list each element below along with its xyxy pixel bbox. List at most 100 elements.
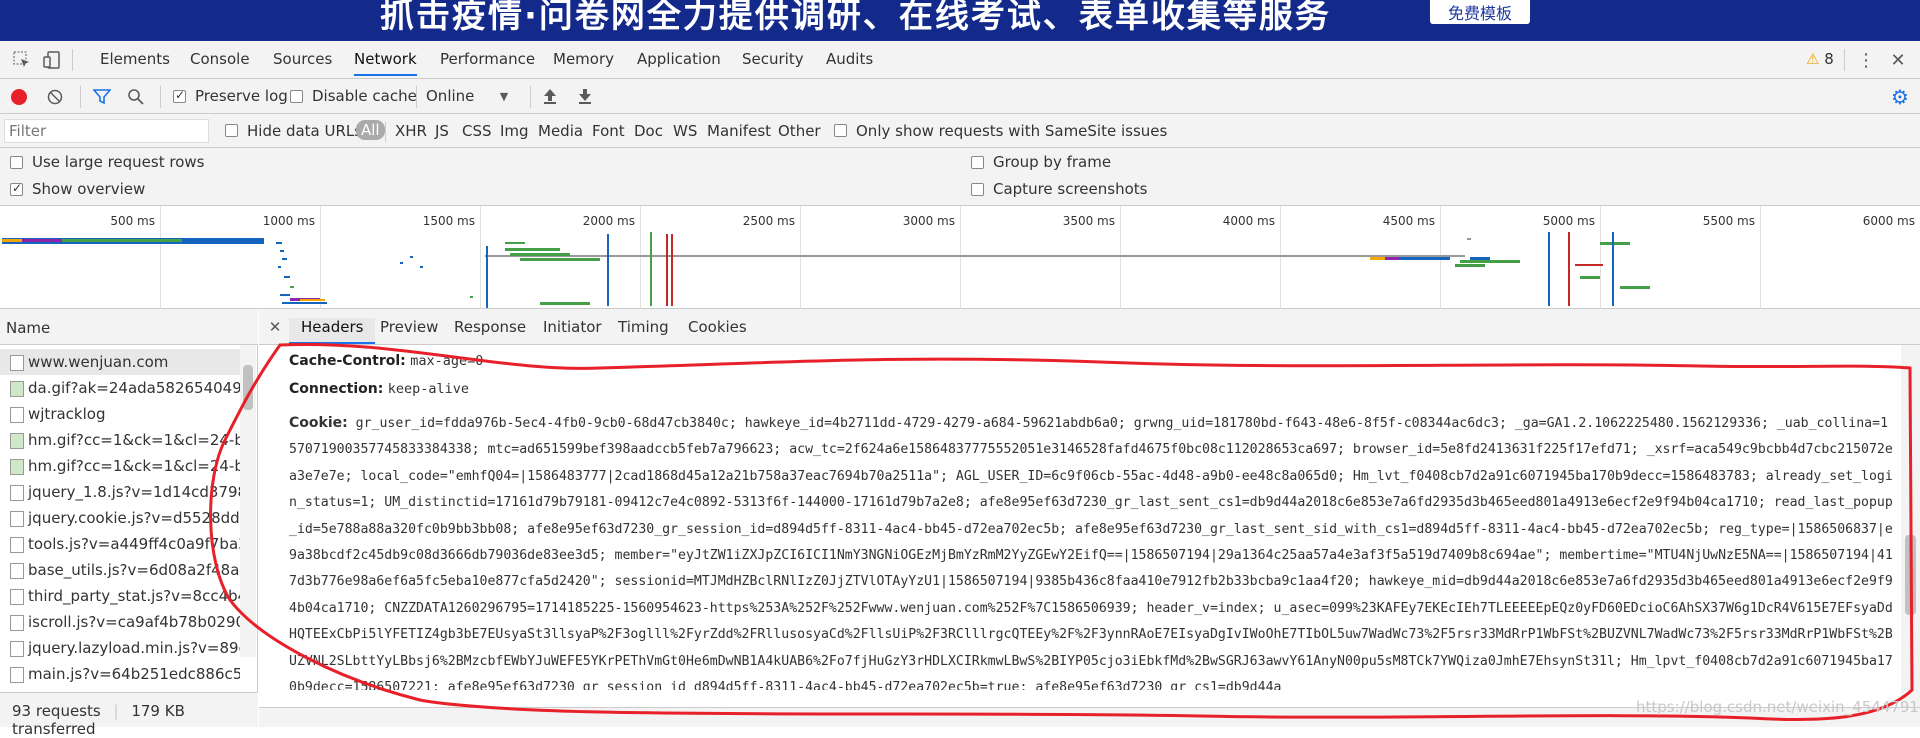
- clear-icon[interactable]: [46, 88, 64, 106]
- document-file-icon: [10, 641, 24, 657]
- request-row[interactable]: third_party_stat.js?v=8cc4b453: [0, 583, 240, 609]
- request-name: hm.gif?cc=1&ck=1&cl=24-bit&: [28, 457, 240, 475]
- show-overview-checkbox[interactable]: [10, 181, 23, 196]
- tab-application[interactable]: Application: [637, 50, 721, 68]
- timeline-request-bar: [1612, 232, 1614, 306]
- timeline-request-bar: [1600, 242, 1630, 245]
- capture-screenshots-checkbox[interactable]: [971, 183, 984, 196]
- document-file-icon: [10, 355, 24, 371]
- timeline-tick-label: 5000 ms: [1542, 214, 1595, 228]
- request-row[interactable]: jquery_1.8.js?v=1d14cd3798bc4: [0, 479, 240, 505]
- tab-preview[interactable]: Preview: [380, 318, 438, 336]
- group-by-frame-checkbox[interactable]: [971, 156, 984, 169]
- tab-security[interactable]: Security: [742, 50, 804, 68]
- banner-button[interactable]: 免费模板: [1430, 0, 1530, 24]
- tab-headers[interactable]: Headers: [289, 318, 376, 344]
- capture-screenshots-label: Capture screenshots: [993, 180, 1148, 198]
- request-row[interactable]: iscroll.js?v=ca9af4b78b0290f09: [0, 609, 240, 635]
- timeline-request-bar: [280, 294, 290, 296]
- request-row[interactable]: wjtracklog: [0, 401, 240, 427]
- timeline-gridline: [640, 206, 641, 309]
- preserve-log-checkbox[interactable]: [173, 88, 186, 103]
- timeline-tick-label: 4000 ms: [1222, 214, 1275, 228]
- image-file-icon: [10, 433, 24, 449]
- tab-network[interactable]: Network: [354, 50, 417, 76]
- filter-icon[interactable]: [92, 88, 112, 106]
- request-row[interactable]: main.js?v=64b251edc886c511f.: [0, 661, 240, 687]
- request-row[interactable]: jquery.cookie.js?v=d5528dde00: [0, 505, 240, 531]
- export-har-icon[interactable]: [577, 87, 593, 105]
- request-name: base_utils.js?v=6d08a2f48ad9: [28, 561, 240, 579]
- tab-timing[interactable]: Timing: [618, 318, 669, 336]
- network-overview-timeline[interactable]: 500 ms 1000 ms 1500 ms 2000 ms 2500 ms 3000 m…: [0, 206, 1920, 309]
- headers-scrollbar[interactable]: [1901, 345, 1920, 707]
- inspect-element-icon[interactable]: [12, 50, 32, 70]
- preserve-log-label: Preserve log: [195, 87, 288, 105]
- tab-performance[interactable]: Performance: [440, 50, 535, 68]
- banner-text: 抓击疫情·问卷网全力提供调研、在线考试、表单收集等服务: [380, 0, 1331, 36]
- tab-console[interactable]: Console: [190, 50, 250, 68]
- request-row[interactable]: hm.gif?cc=1&ck=1&cl=24-bit&: [0, 453, 240, 479]
- timeline-gridline: [1760, 206, 1761, 309]
- detail-tabs: ✕ Headers Preview Response Initiator Tim…: [259, 309, 1920, 345]
- request-row[interactable]: hm.gif?cc=1&ck=1&cl=24-bit&: [0, 427, 240, 453]
- tab-elements[interactable]: Elements: [100, 50, 170, 68]
- warnings-badge[interactable]: ⚠ 8: [1806, 50, 1834, 68]
- tab-initiator[interactable]: Initiator: [543, 318, 602, 336]
- tab-sources[interactable]: Sources: [273, 50, 332, 68]
- network-settings-gear-icon[interactable]: ⚙: [1890, 85, 1910, 109]
- timeline-gridline: [1280, 206, 1281, 309]
- type-filter-css[interactable]: CSS: [462, 122, 492, 140]
- request-row[interactable]: tools.js?v=a449ff4c0a9f7ba353: [0, 531, 240, 557]
- timeline-tick-label: 6000 ms: [1862, 214, 1915, 228]
- search-icon[interactable]: [126, 88, 146, 106]
- type-filter-xhr[interactable]: XHR: [395, 122, 427, 140]
- close-devtools-icon[interactable]: ✕: [1888, 50, 1908, 71]
- request-list-scrollbar[interactable]: [240, 345, 256, 657]
- scrollbar-thumb[interactable]: [1905, 535, 1916, 615]
- type-filter-other[interactable]: Other: [778, 122, 821, 140]
- disable-cache-checkbox[interactable]: [290, 90, 303, 103]
- import-har-icon[interactable]: [542, 87, 558, 105]
- type-filter-ws[interactable]: WS: [673, 122, 697, 140]
- type-filter-font[interactable]: Font: [592, 122, 625, 140]
- request-row[interactable]: da.gif?ak=24ada582654049dffe: [0, 375, 240, 401]
- close-detail-icon[interactable]: ✕: [267, 318, 283, 336]
- filter-bar: Hide data URLs All XHR JS CSS Img Media …: [0, 114, 1920, 148]
- timeline-request-bar: [2, 239, 22, 242]
- request-row[interactable]: jquery.lazyload.min.js?v=89c45: [0, 635, 240, 661]
- scrollbar-thumb[interactable]: [243, 365, 253, 410]
- timeline-request-bar: [22, 239, 62, 242]
- more-options-icon[interactable]: ⋮: [1856, 50, 1876, 71]
- chevron-down-icon[interactable]: ▼: [497, 88, 511, 104]
- timeline-request-bar: [62, 239, 182, 242]
- devtools-tabbar: Elements Console Sources Network Perform…: [0, 41, 1920, 79]
- timeline-gridline: [1600, 206, 1601, 309]
- request-row[interactable]: base_utils.js?v=6d08a2f48ad9: [0, 557, 240, 583]
- type-filter-img[interactable]: Img: [500, 122, 529, 140]
- request-row[interactable]: www.wenjuan.com: [0, 349, 240, 375]
- type-filter-media[interactable]: Media: [538, 122, 583, 140]
- type-filter-all[interactable]: All: [356, 120, 385, 140]
- large-rows-checkbox[interactable]: [10, 156, 23, 169]
- header-cookie: Cookie: gr_user_id=fdda976b-5ec4-4fb0-9c…: [289, 410, 1894, 690]
- device-toolbar-icon[interactable]: [42, 50, 62, 70]
- filter-input[interactable]: [4, 119, 209, 143]
- tab-cookies[interactable]: Cookies: [688, 318, 747, 336]
- timeline-request-bar: [1620, 286, 1650, 289]
- same-site-checkbox[interactable]: [834, 124, 847, 137]
- type-filter-doc[interactable]: Doc: [634, 122, 663, 140]
- tab-response[interactable]: Response: [454, 318, 526, 336]
- throttling-select[interactable]: Online: [426, 87, 474, 105]
- record-icon[interactable]: [11, 89, 27, 105]
- timeline-tick-label: 1000 ms: [262, 214, 315, 228]
- type-filter-manifest[interactable]: Manifest: [707, 122, 771, 140]
- hide-data-urls-checkbox[interactable]: [225, 124, 238, 137]
- tab-audits[interactable]: Audits: [826, 50, 873, 68]
- timeline-tick-label: 3000 ms: [902, 214, 955, 228]
- header-key: Cache-Control:: [289, 353, 406, 369]
- type-filter-js[interactable]: JS: [435, 122, 449, 140]
- timeline-tick-label: 500 ms: [110, 214, 155, 228]
- tab-memory[interactable]: Memory: [553, 50, 614, 68]
- name-column-header[interactable]: Name: [0, 309, 258, 345]
